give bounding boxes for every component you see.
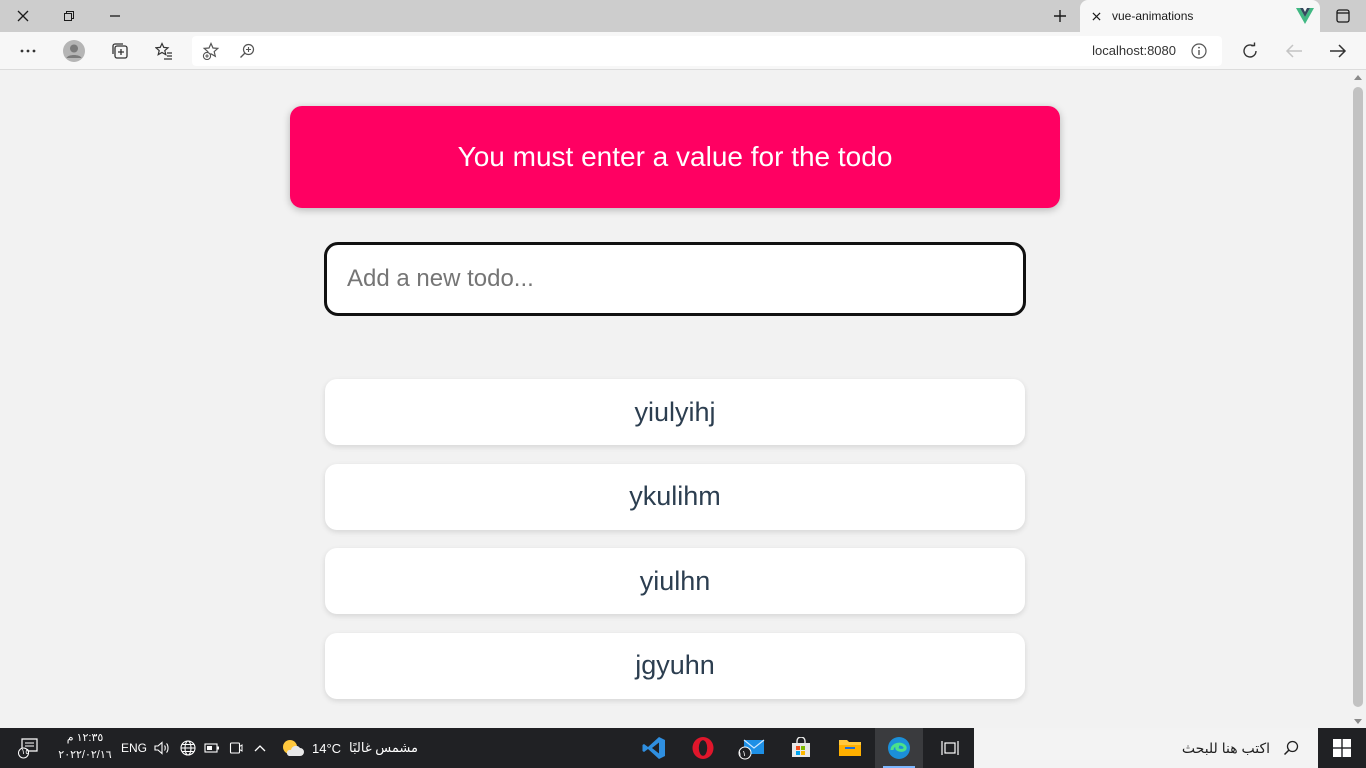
notification-center-button[interactable]: ١٥ (10, 728, 48, 768)
meet-now-icon (229, 742, 243, 754)
scroll-thumb[interactable] (1353, 87, 1363, 707)
browser-tab[interactable]: vue-animations (1080, 0, 1320, 32)
todo-list: yiulyihj ykulihm yiulhn jgyuhn (325, 379, 1025, 717)
clock-date: ٢٠٢٢/٠٢/١٦ (58, 749, 112, 761)
battery-icon (204, 743, 219, 753)
tab-actions-button[interactable] (1320, 0, 1366, 32)
close-icon (17, 10, 29, 22)
address-bar[interactable]: localhost:8080 (192, 36, 1222, 66)
tab-close-button[interactable] (1080, 0, 1112, 32)
plus-icon (1054, 10, 1066, 22)
favorites-button[interactable] (148, 35, 180, 67)
todo-item[interactable]: ykulihm (325, 463, 1025, 530)
tab-strip: vue-animations (0, 0, 1366, 32)
edge-icon (888, 737, 910, 759)
new-todo-input[interactable] (324, 242, 1026, 316)
search-placeholder: اكتب هنا للبحث (1181, 739, 1270, 756)
mail-taskbar-button[interactable]: ١١ (728, 728, 776, 768)
page-viewport: You must enter a value for the todo yiul… (0, 71, 1350, 728)
more-icon (20, 49, 36, 53)
vertical-scrollbar[interactable] (1350, 71, 1366, 728)
star-add-icon (202, 42, 220, 60)
minimize-icon (110, 15, 120, 17)
minimize-window-button[interactable] (92, 0, 138, 32)
site-info-button[interactable] (1184, 36, 1214, 66)
zoom-button[interactable] (232, 36, 262, 66)
vscode-taskbar-button[interactable] (630, 728, 678, 768)
volume-button[interactable] (150, 728, 174, 768)
mail-badge: ١١ (737, 749, 747, 758)
profile-button[interactable] (58, 35, 90, 67)
vscode-icon (642, 737, 665, 759)
opera-icon (692, 737, 714, 759)
arrow-right-icon (1330, 44, 1347, 58)
notification-count: ١٥ (21, 747, 30, 756)
task-view-icon (941, 741, 959, 755)
clock[interactable]: ١٢:٣٥ م ٢٠٢٢/٠٢/١٦ (55, 730, 115, 766)
opera-taskbar-button[interactable] (679, 728, 727, 768)
network-button[interactable] (176, 728, 200, 768)
partly-sunny-icon (283, 740, 304, 756)
favorites-list-icon (155, 42, 172, 60)
todo-item[interactable]: yiulyihj (325, 379, 1025, 445)
collections-button[interactable] (104, 35, 136, 67)
add-favorite-button[interactable] (196, 36, 226, 66)
start-button[interactable] (1318, 728, 1366, 768)
battery-button[interactable] (200, 728, 224, 768)
taskbar-search[interactable]: اكتب هنا للبحث (974, 728, 1318, 768)
speaker-icon (154, 741, 169, 755)
store-taskbar-button[interactable] (777, 728, 825, 768)
show-hidden-icons-button[interactable] (248, 728, 272, 768)
scroll-down-arrow-icon[interactable] (1354, 719, 1362, 724)
clock-time: ١٢:٣٥ م (66, 732, 104, 744)
chevron-up-icon (254, 745, 266, 752)
meet-now-button[interactable] (224, 728, 248, 768)
folder-icon (839, 740, 861, 756)
weather-temp: 14°C (312, 740, 342, 756)
todo-item[interactable]: jgyuhn (325, 632, 1025, 699)
edge-taskbar-button[interactable] (875, 728, 923, 768)
scroll-up-arrow-icon[interactable] (1354, 75, 1362, 80)
new-tab-button[interactable] (1040, 0, 1080, 32)
vue-logo-icon (1290, 0, 1320, 32)
tab-actions-icon (1336, 9, 1350, 23)
restore-icon (64, 11, 74, 21)
arrow-left-icon (1285, 44, 1302, 58)
close-icon (1091, 11, 1101, 21)
browser-toolbar: localhost:8080 (0, 32, 1366, 70)
task-view-button[interactable] (926, 728, 974, 768)
collections-icon (112, 43, 128, 59)
refresh-icon (1243, 42, 1257, 58)
settings-menu-button[interactable] (12, 35, 44, 67)
back-button[interactable] (1278, 35, 1310, 67)
close-window-button[interactable] (0, 0, 46, 32)
language-indicator[interactable]: ENG (120, 728, 148, 768)
todo-item[interactable]: yiulhn (325, 548, 1025, 614)
weather-widget[interactable]: 14°C مشمس غالبًا (280, 728, 440, 768)
file-explorer-taskbar-button[interactable] (826, 728, 874, 768)
refresh-button[interactable] (1234, 35, 1266, 67)
globe-icon (180, 740, 196, 756)
tab-title: vue-animations (1112, 9, 1194, 23)
forward-button[interactable] (1322, 35, 1354, 67)
error-banner: You must enter a value for the todo (290, 106, 1060, 208)
taskbar: ١٥ ١٢:٣٥ م ٢٠٢٢/٠٢/١٦ ENG 14°C مشمس غالب… (0, 728, 1366, 768)
store-icon (792, 737, 810, 757)
zoom-icon (240, 43, 255, 58)
restore-window-button[interactable] (46, 0, 92, 32)
windows-logo-icon (1333, 739, 1351, 757)
url-text: localhost:8080 (1092, 43, 1176, 58)
info-icon (1191, 43, 1207, 59)
weather-text: مشمس غالبًا (349, 740, 418, 755)
avatar-icon (63, 40, 85, 62)
search-icon (1276, 740, 1306, 756)
